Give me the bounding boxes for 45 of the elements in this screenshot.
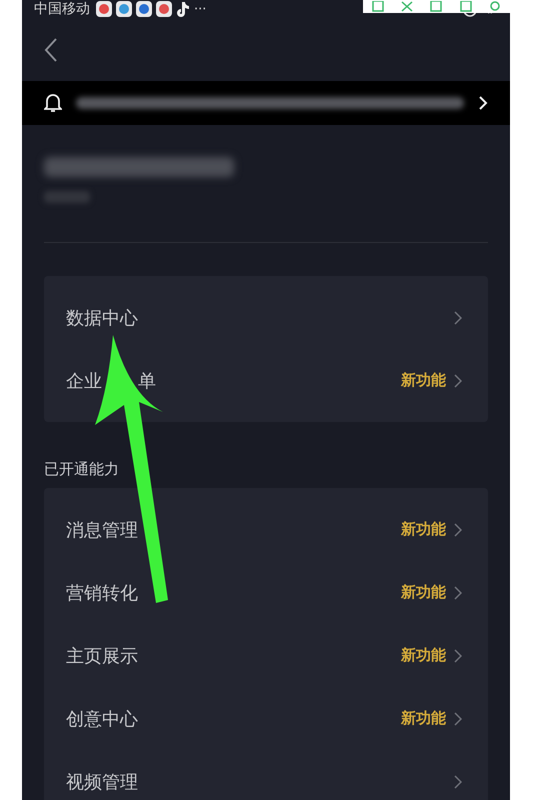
menu-item[interactable]: 企业 单 新功能 bbox=[44, 349, 488, 412]
item-label: 视频管理 bbox=[66, 770, 139, 794]
toolbar-icon[interactable] bbox=[370, 0, 385, 12]
chevron-icon bbox=[454, 310, 462, 324]
item-label: 消息管理 bbox=[66, 518, 139, 542]
menu-item[interactable]: 数据中心 bbox=[44, 286, 488, 349]
toolbar-icon[interactable] bbox=[458, 0, 473, 12]
item-label: 营销转化 bbox=[66, 582, 139, 604]
chevron-icon bbox=[454, 712, 462, 726]
item-label: 单 bbox=[138, 370, 156, 392]
carrier-name: 中国移动 bbox=[34, 1, 90, 17]
app-icon bbox=[136, 1, 152, 17]
toolbar-icon[interactable] bbox=[400, 0, 414, 12]
item-label: 企业 bbox=[66, 370, 102, 392]
toolbar-icon[interactable] bbox=[429, 0, 444, 12]
chevron-icon bbox=[454, 774, 462, 788]
chevron-icon bbox=[454, 648, 462, 662]
menu-item[interactable]: 营销转化 新功能 bbox=[44, 561, 488, 624]
section-title: 已开通能力 bbox=[44, 462, 120, 476]
app-icon bbox=[116, 1, 132, 17]
new-feature-label: 新功能 bbox=[401, 709, 446, 728]
chevron-icon bbox=[478, 95, 488, 111]
new-feature-label: 新功能 bbox=[401, 583, 446, 602]
blurred-account-id bbox=[44, 191, 90, 203]
chevron-icon bbox=[454, 374, 462, 388]
new-feature-label: 新功能 bbox=[401, 520, 446, 539]
item-label: 创意中心 bbox=[66, 708, 139, 730]
more-indicator: ··· bbox=[194, 2, 206, 16]
item-label: 主页展示 bbox=[66, 644, 139, 668]
new-feature-label: 新功能 bbox=[401, 646, 446, 665]
bell-icon bbox=[44, 93, 62, 113]
back-icon[interactable] bbox=[44, 36, 58, 62]
new-feature-label: 新功能 bbox=[401, 371, 446, 390]
app-icon bbox=[156, 1, 172, 17]
toolbar-icon[interactable] bbox=[488, 0, 502, 12]
notice-bar[interactable] bbox=[22, 81, 510, 125]
music-note-icon bbox=[176, 1, 190, 17]
menu-item[interactable]: 创意中心 新功能 bbox=[44, 687, 488, 750]
app-icon bbox=[96, 1, 112, 17]
menu-item[interactable]: 视频管理 bbox=[44, 750, 488, 800]
menu-item[interactable]: 消息管理 新功能 bbox=[44, 498, 488, 561]
chevron-icon bbox=[454, 586, 462, 600]
item-label: 数据中心 bbox=[66, 306, 139, 330]
menu-item[interactable]: 主页展示 新功能 bbox=[44, 624, 488, 687]
chevron-icon bbox=[454, 522, 462, 536]
